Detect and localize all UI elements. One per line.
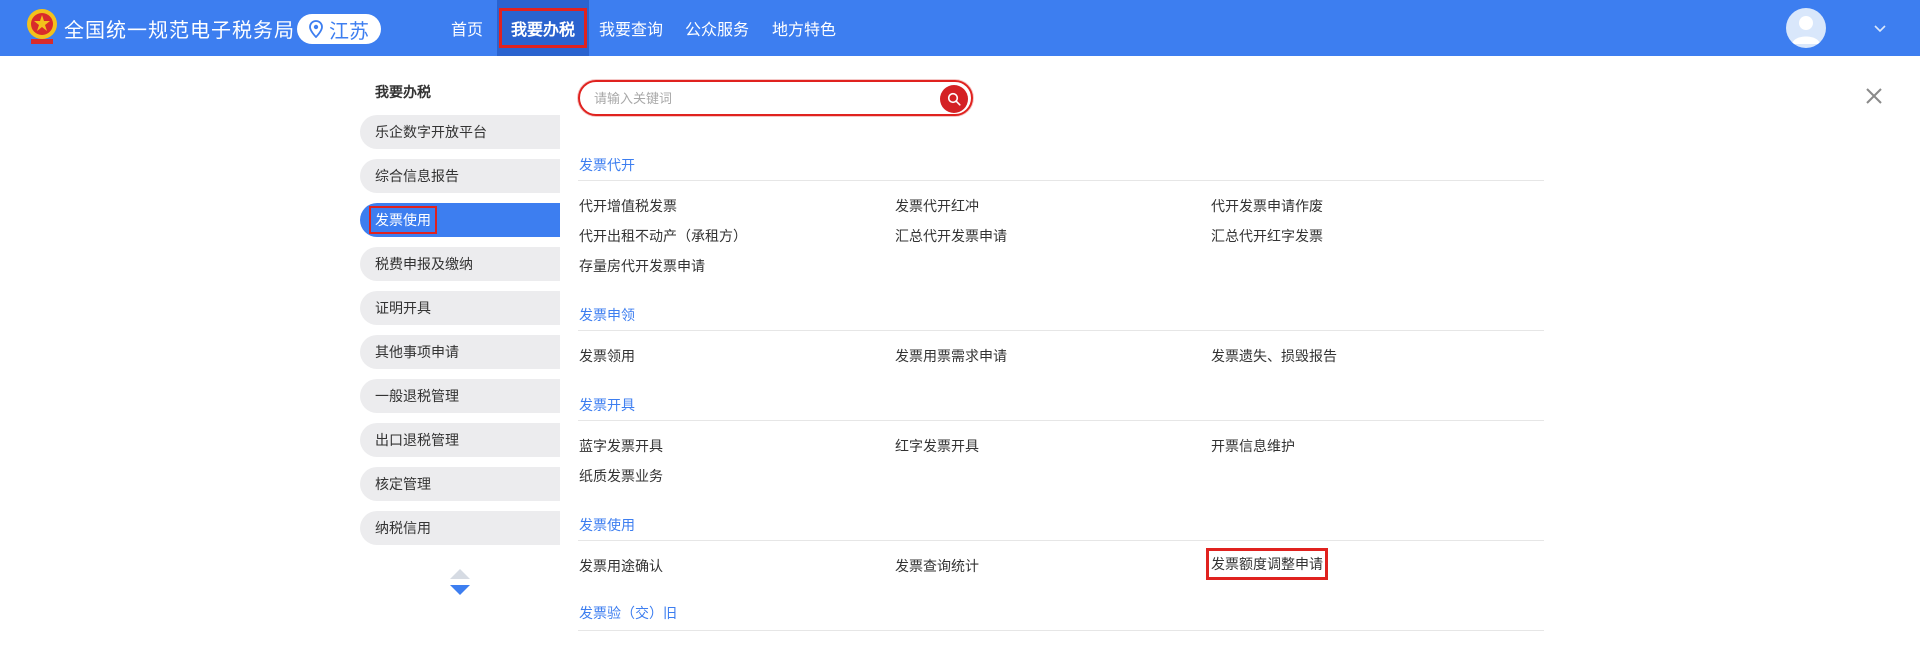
- section-divider: [578, 330, 1544, 331]
- close-icon[interactable]: [1864, 86, 1884, 106]
- region-selector[interactable]: 江苏: [297, 14, 381, 44]
- sidebar-item-label: 其他事项申请: [375, 345, 459, 361]
- link-agency-red-invoice[interactable]: 发票代开红冲: [895, 196, 979, 216]
- sidebar-item-label: 综合信息报告: [375, 169, 459, 185]
- link-invoice-purpose-confirm[interactable]: 发票用途确认: [579, 556, 663, 576]
- link-paper-invoice[interactable]: 纸质发票业务: [579, 466, 663, 486]
- nav-public-service[interactable]: 公众服务: [678, 0, 756, 56]
- top-navigation-bar: 全国统一规范电子税务局 江苏 首页 我要办税 我要查询 公众服务 地方特色: [0, 0, 1920, 56]
- section-divider: [578, 540, 1544, 541]
- link-agency-summary-request[interactable]: 汇总代开发票申请: [895, 226, 1007, 246]
- nav-tax-handling-label: 我要办税: [498, 8, 587, 48]
- sidebar-item-label: 出口退税管理: [375, 433, 459, 449]
- sidebar-item-label: 纳税信用: [375, 521, 431, 537]
- link-billing-info[interactable]: 开票信息维护: [1211, 436, 1295, 456]
- search-button[interactable]: [940, 85, 968, 113]
- link-agency-existing-housing[interactable]: 存量房代开发票申请: [579, 256, 705, 276]
- link-invoice-loss-report[interactable]: 发票遗失、损毁报告: [1211, 346, 1337, 366]
- section-divider: [578, 630, 1544, 631]
- sidebar-item-tax-credit[interactable]: 纳税信用: [360, 511, 560, 545]
- section-title-invoice-apply: 发票申领: [579, 308, 635, 324]
- nav-public-service-label: 公众服务: [684, 20, 749, 39]
- nav-local-features[interactable]: 地方特色: [765, 0, 843, 56]
- user-silhouette-icon: [1792, 16, 1820, 44]
- sidebar-item-label: 证明开具: [375, 301, 431, 317]
- scroll-arrows-icon[interactable]: [449, 568, 471, 600]
- sidebar-item-other-applications[interactable]: 其他事项申请: [360, 335, 560, 369]
- search-field[interactable]: [578, 80, 973, 116]
- sidebar-item-label: 核定管理: [375, 477, 431, 493]
- nav-query-label: 我要查询: [598, 20, 663, 39]
- sidebar-item-certificate[interactable]: 证明开具: [360, 291, 560, 325]
- search-icon: [947, 92, 961, 106]
- nav-tax-handling[interactable]: 我要办税: [497, 0, 589, 56]
- section-divider: [578, 420, 1544, 421]
- sidebar-item-label: 一般退税管理: [375, 389, 459, 405]
- sidebar-item-label: 发票使用: [369, 206, 437, 234]
- region-label: 江苏: [329, 18, 369, 43]
- link-agency-vat-invoice[interactable]: 代开增值税发票: [579, 196, 677, 216]
- sidebar-item-label: 乐企数字开放平台: [375, 125, 487, 141]
- section-title-invoice-agency: 发票代开: [579, 158, 635, 174]
- link-invoice-demand[interactable]: 发票用票需求申请: [895, 346, 1007, 366]
- nav-query[interactable]: 我要查询: [592, 0, 670, 56]
- nav-home[interactable]: 首页: [442, 0, 492, 56]
- link-blue-invoice[interactable]: 蓝字发票开具: [579, 436, 663, 456]
- link-invoice-receive[interactable]: 发票领用: [579, 346, 635, 366]
- nav-home-label: 首页: [450, 20, 483, 39]
- sidebar-item-tax-declaration[interactable]: 税费申报及缴纳: [360, 247, 560, 281]
- link-agency-rental-property[interactable]: 代开出租不动产（承租方）: [579, 226, 747, 246]
- sidebar-item-export-refund[interactable]: 出口退税管理: [360, 423, 560, 457]
- link-agency-summary-red[interactable]: 汇总代开红字发票: [1211, 226, 1323, 246]
- location-pin-icon: [309, 20, 323, 38]
- site-title[interactable]: 全国统一规范电子税务局: [64, 14, 295, 43]
- section-divider: [578, 180, 1544, 181]
- chevron-down-icon[interactable]: [1872, 20, 1888, 36]
- search-input[interactable]: [594, 89, 924, 109]
- sidebar-title: 我要办税: [375, 85, 431, 101]
- sidebar-item-general-refund[interactable]: 一般退税管理: [360, 379, 560, 413]
- tax-emblem-icon: [27, 9, 57, 44]
- sidebar-item-invoice-use[interactable]: 发票使用: [360, 203, 560, 237]
- nav-local-features-label: 地方特色: [771, 20, 836, 39]
- link-red-invoice[interactable]: 红字发票开具: [895, 436, 979, 456]
- section-title-invoice-use: 发票使用: [579, 518, 635, 534]
- section-title-invoice-verify: 发票验（交）旧: [579, 606, 677, 622]
- link-invoice-quota-adjust[interactable]: 发票额度调整申请: [1206, 548, 1328, 580]
- section-title-invoice-issue: 发票开具: [579, 398, 635, 414]
- link-invoice-query-stats[interactable]: 发票查询统计: [895, 556, 979, 576]
- link-agency-void-request[interactable]: 代开发票申请作废: [1211, 196, 1323, 216]
- sidebar-item-info-report[interactable]: 综合信息报告: [360, 159, 560, 193]
- sidebar-item-leqi-platform[interactable]: 乐企数字开放平台: [360, 115, 560, 149]
- sidebar-item-label: 税费申报及缴纳: [375, 257, 473, 273]
- sidebar-item-assessment[interactable]: 核定管理: [360, 467, 560, 501]
- user-avatar-icon[interactable]: [1786, 8, 1826, 48]
